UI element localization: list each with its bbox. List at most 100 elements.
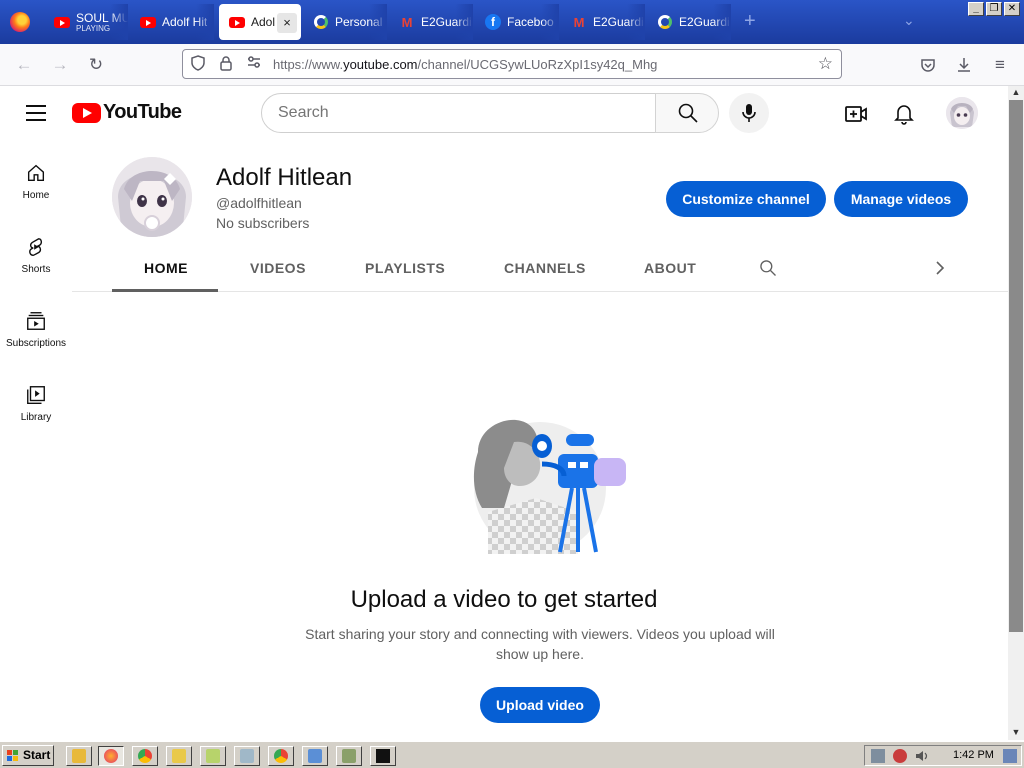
sidebar-item-label: Subscriptions bbox=[5, 338, 67, 349]
minimize-button[interactable]: _ bbox=[968, 2, 984, 16]
chrome-taskbar-icon[interactable] bbox=[132, 746, 158, 766]
browser-tab[interactable]: E2Guardi bbox=[647, 4, 731, 40]
tab-about[interactable]: ABOUT bbox=[644, 260, 696, 276]
microphone-icon bbox=[742, 104, 756, 122]
permissions-icon[interactable] bbox=[245, 55, 263, 73]
sidebar-item-label: Shorts bbox=[21, 264, 51, 275]
tab-home[interactable]: HOME bbox=[144, 260, 188, 276]
start-label: Start bbox=[23, 748, 51, 762]
page-scrollbar[interactable]: ▲ ▼ bbox=[1008, 86, 1024, 740]
notifications-bell-icon[interactable] bbox=[892, 101, 916, 130]
lock-icon[interactable] bbox=[217, 55, 235, 73]
explorer-taskbar-icon[interactable] bbox=[200, 746, 226, 766]
manage-videos-button[interactable]: Manage videos bbox=[834, 181, 968, 217]
new-tab-button[interactable]: + bbox=[744, 10, 756, 33]
tracking-protection-shield-icon[interactable] bbox=[189, 55, 207, 73]
start-button[interactable]: Start bbox=[2, 745, 54, 766]
youtube-wordmark: YouTube bbox=[103, 101, 182, 123]
url-host: youtube.com bbox=[343, 57, 418, 72]
browser-tab[interactable]: M E2Guardi bbox=[561, 4, 645, 40]
close-window-button[interactable]: ✕ bbox=[1004, 2, 1020, 16]
tab-playlists[interactable]: PLAYLISTS bbox=[365, 260, 445, 276]
network-status-icon[interactable] bbox=[871, 749, 885, 763]
customize-channel-button[interactable]: Customize channel bbox=[666, 181, 826, 217]
command-prompt-taskbar-icon[interactable] bbox=[370, 746, 396, 766]
create-video-icon[interactable] bbox=[844, 103, 868, 130]
browser-tab[interactable]: Adolf Hit bbox=[130, 4, 214, 40]
browser-tab[interactable]: M E2Guardi bbox=[389, 4, 473, 40]
display-icon[interactable] bbox=[1003, 749, 1017, 763]
url-text[interactable]: https://www.youtube.com/channel/UCGSywLU… bbox=[273, 57, 657, 72]
voice-search-button[interactable] bbox=[729, 93, 769, 133]
list-all-tabs-chevron-icon[interactable]: ⌄ bbox=[903, 12, 915, 29]
sidebar-item-subscriptions[interactable]: Subscriptions bbox=[0, 310, 72, 384]
scroll-up-arrow-icon[interactable]: ▲ bbox=[1008, 86, 1024, 98]
search-input[interactable] bbox=[261, 93, 656, 133]
reload-icon[interactable]: ↻ bbox=[84, 54, 108, 76]
active-tab-indicator bbox=[112, 289, 218, 292]
network-taskbar-icon[interactable] bbox=[302, 746, 328, 766]
google-favicon-icon bbox=[657, 14, 673, 30]
sidebar-item-shorts[interactable]: Shorts bbox=[0, 236, 72, 310]
address-bar[interactable]: https://www.youtube.com/channel/UCGSywLU… bbox=[182, 49, 842, 79]
windows-taskbar: Start 1:42 PM bbox=[0, 741, 1024, 768]
browser-tab[interactable]: f Faceboo bbox=[475, 4, 559, 40]
search-button[interactable] bbox=[655, 93, 719, 133]
library-icon bbox=[27, 386, 45, 404]
browser-tab-active[interactable]: Adol × bbox=[219, 4, 301, 40]
upload-video-button[interactable]: Upload video bbox=[480, 687, 600, 723]
youtube-masthead: YouTube bbox=[0, 87, 1008, 143]
search-icon bbox=[678, 103, 698, 123]
folder-taskbar-icon[interactable] bbox=[166, 746, 192, 766]
channel-tabs: HOME VIDEOS PLAYLISTS CHANNELS ABOUT bbox=[72, 244, 1008, 292]
back-arrow-icon[interactable]: ← bbox=[12, 54, 36, 76]
subscriber-count: No subscribers bbox=[216, 215, 310, 231]
gmail-favicon-icon: M bbox=[401, 14, 413, 30]
calculator-taskbar-icon[interactable] bbox=[234, 746, 260, 766]
scrollbar-thumb[interactable] bbox=[1009, 100, 1023, 632]
empty-state-description: Start sharing your story and connecting … bbox=[305, 626, 775, 662]
sidebar-item-label: Home bbox=[22, 190, 50, 201]
media-player-taskbar-icon[interactable] bbox=[66, 746, 92, 766]
sidebar-item-library[interactable]: Library bbox=[0, 384, 72, 458]
url-prefix: https://www. bbox=[273, 57, 344, 72]
home-icon bbox=[27, 164, 45, 182]
app-menu-icon[interactable]: ≡ bbox=[988, 54, 1012, 76]
browser-tab[interactable]: Personal bbox=[303, 4, 387, 40]
guide-menu-icon[interactable] bbox=[26, 105, 46, 121]
sidebar-item-home[interactable]: Home bbox=[0, 162, 72, 236]
browser-tab[interactable]: SOUL MU PLAYING bbox=[44, 4, 128, 40]
shorts-icon bbox=[29, 238, 42, 256]
forward-arrow-icon[interactable]: → bbox=[48, 54, 72, 76]
bookmark-star-icon[interactable]: ☆ bbox=[818, 55, 833, 73]
tab-channels[interactable]: CHANNELS bbox=[504, 260, 586, 276]
url-path: /channel/UCGSywLUoRzXpI1sy42q_Mhg bbox=[417, 57, 658, 72]
chrome-taskbar-icon-2[interactable] bbox=[268, 746, 294, 766]
facebook-favicon-icon: f bbox=[485, 14, 501, 30]
chevron-right-icon[interactable] bbox=[932, 260, 948, 276]
system-tray: 1:42 PM bbox=[864, 745, 1022, 766]
downloads-icon[interactable] bbox=[952, 54, 976, 76]
upload-illustration bbox=[468, 412, 632, 558]
security-alert-icon[interactable] bbox=[893, 749, 907, 763]
channel-avatar[interactable] bbox=[112, 157, 192, 237]
youtube-play-logo-icon bbox=[72, 102, 101, 123]
volume-icon[interactable] bbox=[915, 749, 929, 763]
channel-search-icon[interactable] bbox=[758, 258, 778, 278]
users-taskbar-icon[interactable] bbox=[336, 746, 362, 766]
taskbar-clock[interactable]: 1:42 PM bbox=[953, 749, 994, 761]
pocket-icon[interactable] bbox=[916, 54, 940, 76]
account-avatar[interactable] bbox=[946, 97, 978, 129]
youtube-logo[interactable]: YouTube bbox=[72, 101, 182, 124]
sidebar-item-label: Library bbox=[20, 412, 52, 423]
tab-videos[interactable]: VIDEOS bbox=[250, 260, 306, 276]
firefox-taskbar-icon[interactable] bbox=[98, 746, 124, 766]
restore-button[interactable]: ❐ bbox=[986, 2, 1002, 16]
gmail-favicon-icon: M bbox=[573, 14, 585, 30]
search-box bbox=[261, 93, 719, 133]
scroll-down-arrow-icon[interactable]: ▼ bbox=[1008, 726, 1024, 738]
channel-handle: @adolfhitlean bbox=[216, 195, 302, 211]
youtube-favicon-icon bbox=[54, 14, 70, 30]
firefox-menu-icon[interactable] bbox=[10, 12, 30, 32]
close-tab-icon[interactable]: × bbox=[277, 13, 297, 33]
